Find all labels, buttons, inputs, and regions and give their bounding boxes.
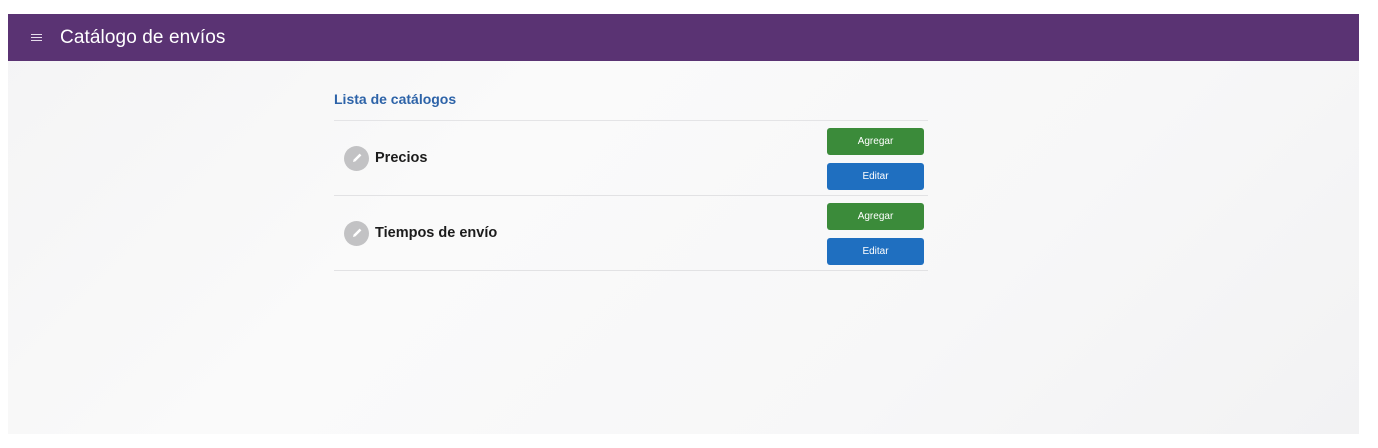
app-window: Catálogo de envíos Lista de catálogos Pr… <box>8 14 1359 434</box>
add-button[interactable]: Agregar <box>827 203 924 230</box>
pencil-icon <box>344 220 369 246</box>
hamburger-menu-icon[interactable] <box>18 14 54 61</box>
catalog-list-title: Lista de catálogos <box>334 89 928 121</box>
catalog-item-label: Precios <box>375 150 428 166</box>
pencil-icon <box>344 145 369 171</box>
edit-button[interactable]: Editar <box>827 238 924 265</box>
catalog-row-precios: Precios Agregar Editar <box>334 121 928 196</box>
edit-button[interactable]: Editar <box>827 163 924 190</box>
app-header: Catálogo de envíos <box>8 14 1359 61</box>
page-title: Catálogo de envíos <box>60 26 226 48</box>
catalog-row-tiempos-de-envio: Tiempos de envío Agregar Editar <box>334 196 928 271</box>
catalog-item-label: Tiempos de envío <box>375 225 498 241</box>
catalog-list-panel: Lista de catálogos Precios Agregar Edita… <box>334 89 928 271</box>
add-button[interactable]: Agregar <box>827 128 924 155</box>
